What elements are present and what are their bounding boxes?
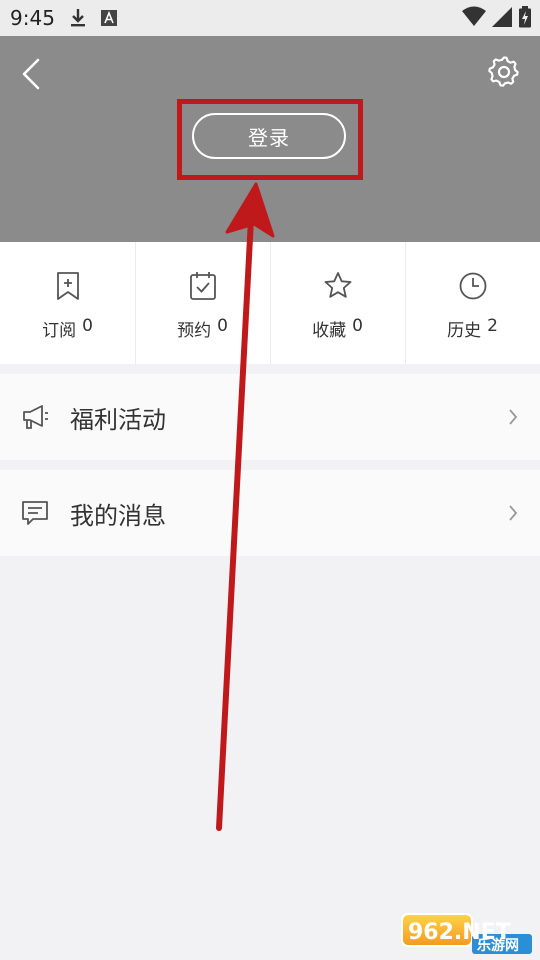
stat-count: 0 bbox=[352, 316, 363, 336]
stat-label: 订阅 bbox=[42, 321, 77, 341]
menu-item-welfare[interactable]: 福利活动 bbox=[0, 374, 540, 460]
wifi-icon bbox=[462, 6, 486, 26]
message-icon bbox=[22, 501, 48, 525]
stat-label: 收藏 bbox=[312, 321, 347, 341]
bookmark-plus-icon bbox=[56, 272, 79, 300]
stat-label: 预约 bbox=[177, 321, 212, 341]
clock-icon bbox=[459, 272, 486, 300]
stat-count: 2 bbox=[487, 316, 498, 336]
stat-favorites[interactable]: 收藏 0 bbox=[270, 242, 405, 364]
a-icon bbox=[100, 10, 117, 26]
battery-icon bbox=[519, 6, 531, 28]
megaphone-icon bbox=[23, 405, 48, 429]
status-time: 9:45 bbox=[10, 6, 55, 30]
watermark-logo: 962.NET 乐游网 bbox=[400, 910, 536, 956]
stat-subscribe[interactable]: 订阅 0 bbox=[0, 242, 135, 364]
stat-history[interactable]: 历史 2 bbox=[405, 242, 540, 364]
chevron-right-icon bbox=[509, 505, 518, 521]
calendar-check-icon bbox=[189, 272, 216, 300]
menu-label: 福利活动 bbox=[70, 405, 166, 434]
watermark-badge-icon: 962.NET 乐游网 bbox=[401, 913, 532, 954]
stat-count: 0 bbox=[82, 316, 93, 336]
profile-header: 登录 bbox=[0, 36, 540, 242]
back-icon[interactable] bbox=[16, 56, 46, 92]
login-button[interactable]: 登录 bbox=[192, 113, 346, 159]
stat-label: 历史 bbox=[447, 321, 482, 341]
stats-row: 订阅 0 预约 0 收藏 0 历史 2 bbox=[0, 242, 540, 364]
stat-count: 0 bbox=[217, 316, 228, 336]
star-icon bbox=[324, 272, 351, 298]
download-icon bbox=[70, 9, 85, 27]
menu-item-messages[interactable]: 我的消息 bbox=[0, 470, 540, 556]
chevron-right-icon bbox=[509, 409, 518, 425]
status-bar: 9:45 bbox=[0, 0, 540, 36]
signal-icon bbox=[492, 7, 512, 27]
watermark-caption: 乐游网 bbox=[477, 937, 519, 954]
stat-reservation[interactable]: 预约 0 bbox=[135, 242, 270, 364]
menu-label: 我的消息 bbox=[70, 501, 166, 530]
gear-icon[interactable] bbox=[488, 56, 520, 88]
